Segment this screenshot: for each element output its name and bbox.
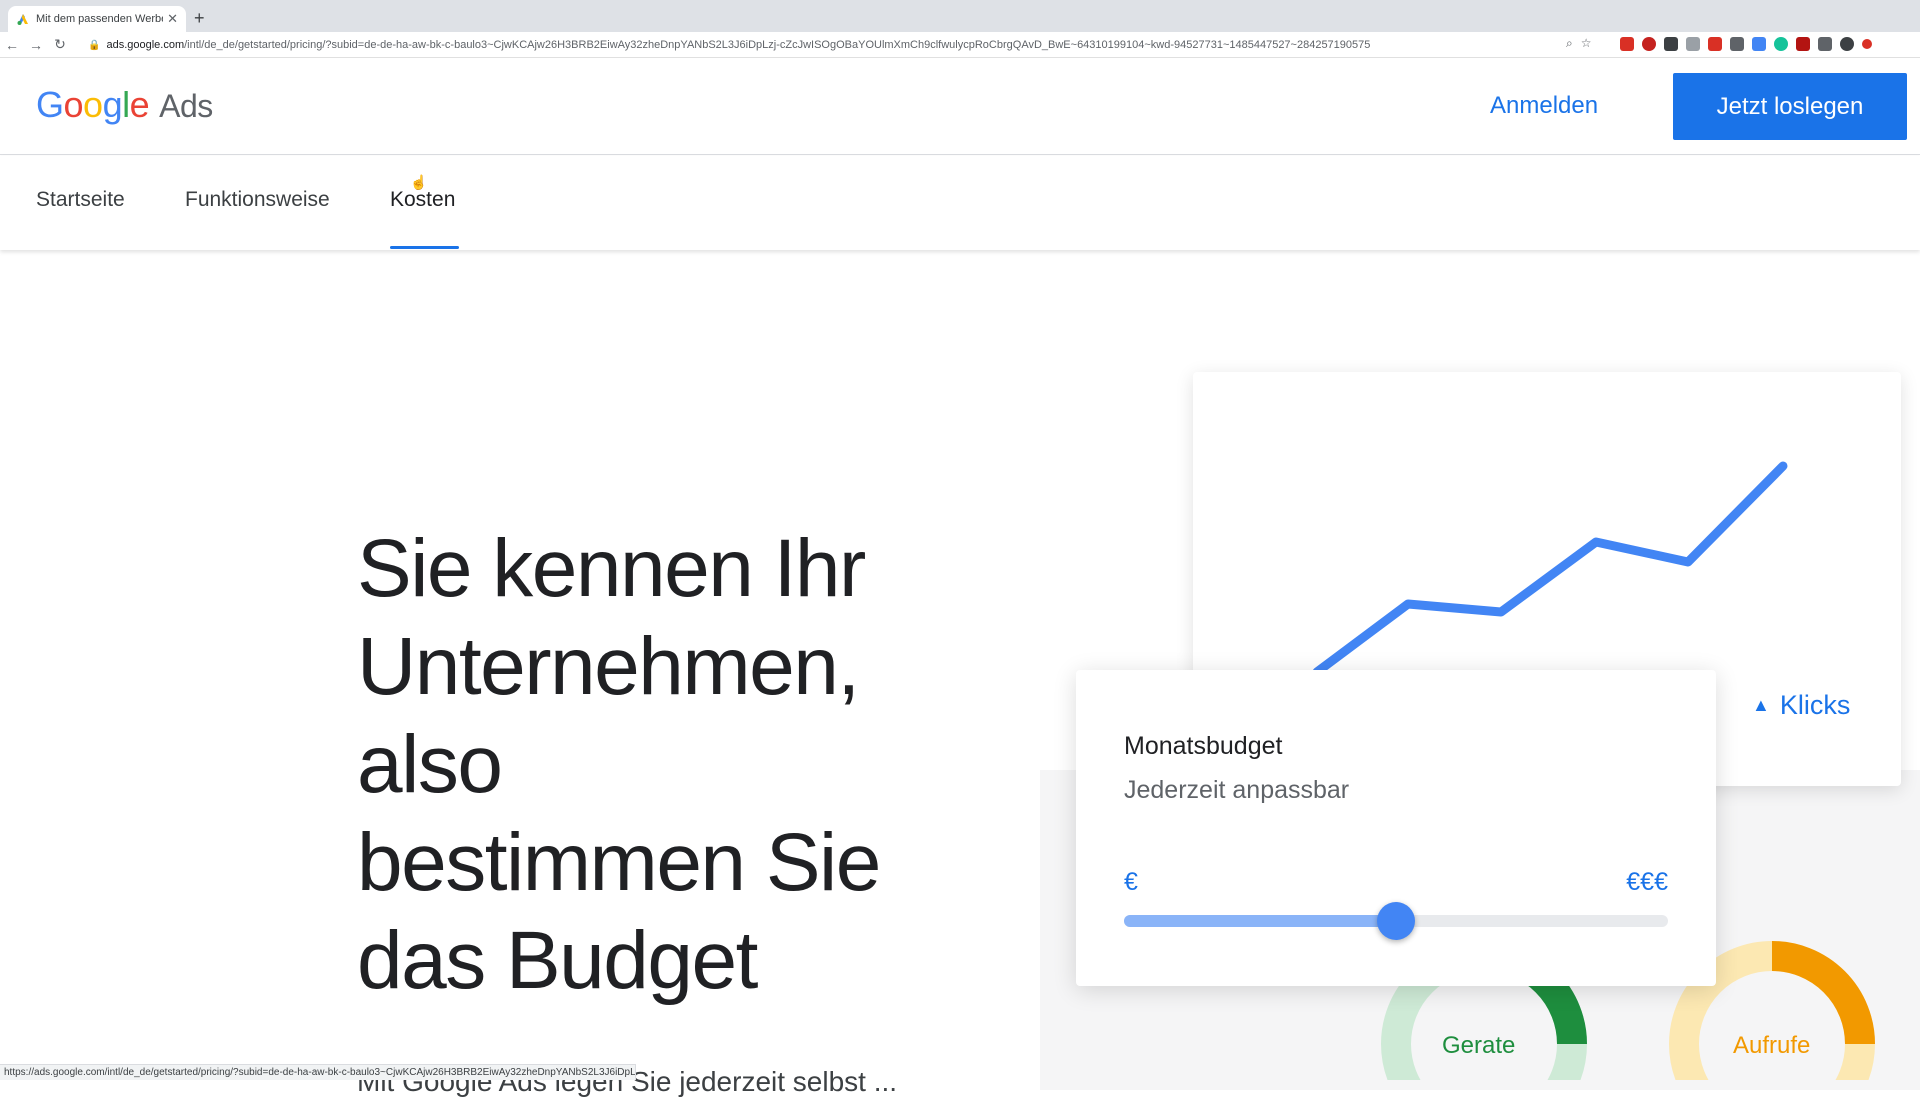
donut-label-gerate: Gerate: [1442, 1032, 1516, 1059]
extension-icon[interactable]: [1620, 37, 1634, 51]
active-tab-indicator: [390, 246, 459, 249]
back-icon[interactable]: ←: [0, 37, 24, 53]
logo-letter: g: [102, 84, 123, 125]
logo-product-name: Ads: [159, 88, 213, 124]
reload-icon[interactable]: ↻: [48, 36, 72, 53]
extension-icon[interactable]: [1752, 37, 1766, 51]
sub-navigation: Startseite Funktionsweise Kosten: [0, 156, 1920, 250]
tab-title: Mit dem passenden Werbebud: [36, 13, 163, 25]
reading-list-icon[interactable]: [1818, 37, 1832, 51]
get-started-button[interactable]: Jetzt loslegen: [1673, 73, 1907, 140]
browser-tab[interactable]: Mit dem passenden Werbebud ✕: [8, 6, 186, 32]
budget-subtitle: Jederzeit anpassbar: [1124, 776, 1350, 804]
address-bar[interactable]: 🔒 ads.google.com/intl/de_de/getstarted/p…: [88, 34, 1598, 56]
omnibox-actions: ⌕ ☆: [1566, 36, 1592, 51]
extension-icon[interactable]: [1730, 37, 1744, 51]
monthly-budget-card: Monatsbudget Jederzeit anpassbar € €€€: [1076, 670, 1716, 986]
tab-kosten[interactable]: Kosten: [390, 188, 455, 212]
extension-icons: [1620, 37, 1872, 51]
budget-low-label: €: [1124, 868, 1138, 896]
extension-icon[interactable]: [1686, 37, 1700, 51]
url-path: /intl/de_de/getstarted/pricing/?subid=de…: [184, 39, 1371, 51]
logo-letter: l: [122, 84, 130, 125]
tab-funktionsweise[interactable]: Funktionsweise: [185, 188, 330, 212]
budget-slider[interactable]: [1124, 902, 1668, 940]
browser-tabstrip: Mit dem passenden Werbebud ✕ +: [0, 0, 1920, 32]
lock-icon: 🔒: [88, 39, 101, 51]
slider-fill: [1124, 915, 1396, 927]
headline-line: das Budget: [357, 915, 758, 1006]
zoom-icon[interactable]: ⌕: [1566, 36, 1573, 51]
headline-line: also: [357, 719, 503, 810]
extension-icon[interactable]: [1664, 37, 1678, 51]
profile-avatar[interactable]: [1840, 37, 1854, 51]
headline-line: Unternehmen,: [357, 621, 860, 712]
bookmark-star-icon[interactable]: ☆: [1581, 36, 1592, 51]
logo-letter: e: [129, 84, 150, 125]
donut-arc: [1771, 941, 1875, 1045]
tab-close-icon[interactable]: ✕: [167, 11, 178, 27]
budget-high-label: €€€: [1626, 868, 1668, 896]
mouse-pointer-icon: ☝: [410, 174, 428, 190]
hero-headline: Sie kennen Ihr Unternehmen, also bestimm…: [357, 520, 997, 1010]
trend-line: [1312, 461, 1788, 677]
budget-title: Monatsbudget: [1124, 732, 1283, 760]
klicks-metric: ▲ Klicks: [1752, 690, 1850, 721]
menu-icon[interactable]: [1862, 39, 1872, 49]
headline-line: bestimmen Sie: [357, 817, 881, 908]
url-host: ads.google.com: [106, 39, 185, 51]
extension-icon[interactable]: [1642, 37, 1656, 51]
link-status-bar: https://ads.google.com/intl/de_de/getsta…: [0, 1064, 636, 1080]
grammarly-icon[interactable]: [1774, 37, 1788, 51]
new-tab-icon[interactable]: +: [194, 8, 205, 29]
slider-thumb[interactable]: [1377, 902, 1415, 940]
logo-letter: o: [83, 84, 103, 125]
site-header: Google Ads Anmelden Jetzt loslegen: [0, 58, 1920, 155]
klicks-label: Klicks: [1779, 690, 1851, 720]
extension-icon[interactable]: [1708, 37, 1722, 51]
forward-icon[interactable]: →: [24, 37, 48, 53]
extension-icon[interactable]: [1796, 37, 1810, 51]
google-ads-favicon-icon: [17, 14, 28, 25]
browser-toolbar: ← → ↻ 🔒 ads.google.com/intl/de_de/getsta…: [0, 32, 1920, 58]
logo-letter: G: [36, 84, 64, 125]
google-ads-logo[interactable]: Google Ads: [36, 84, 213, 126]
signin-link[interactable]: Anmelden: [1490, 92, 1598, 120]
logo-letter: o: [63, 84, 84, 125]
trend-up-icon: ▲: [1752, 695, 1770, 715]
donut-label-aufrufe: Aufrufe: [1733, 1032, 1811, 1059]
tab-startseite[interactable]: Startseite: [36, 188, 125, 212]
headline-line: Sie kennen Ihr: [357, 523, 866, 614]
